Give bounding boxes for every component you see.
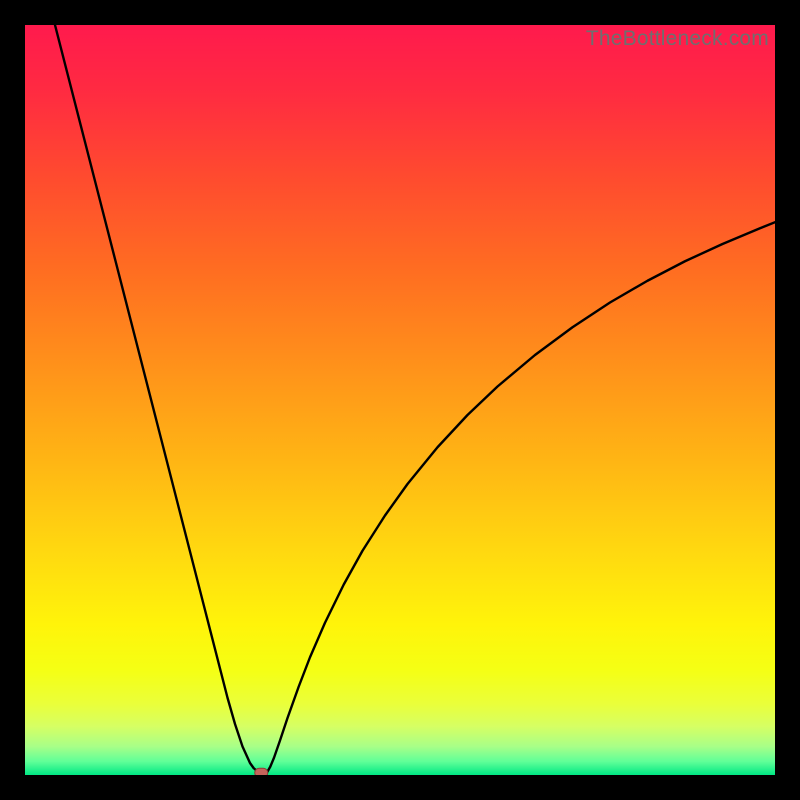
chart-frame: TheBottleneck.com	[25, 25, 775, 775]
optimal-point-marker	[255, 768, 268, 775]
bottleneck-chart	[25, 25, 775, 775]
watermark-text: TheBottleneck.com	[586, 27, 769, 51]
gradient-background	[25, 25, 775, 775]
